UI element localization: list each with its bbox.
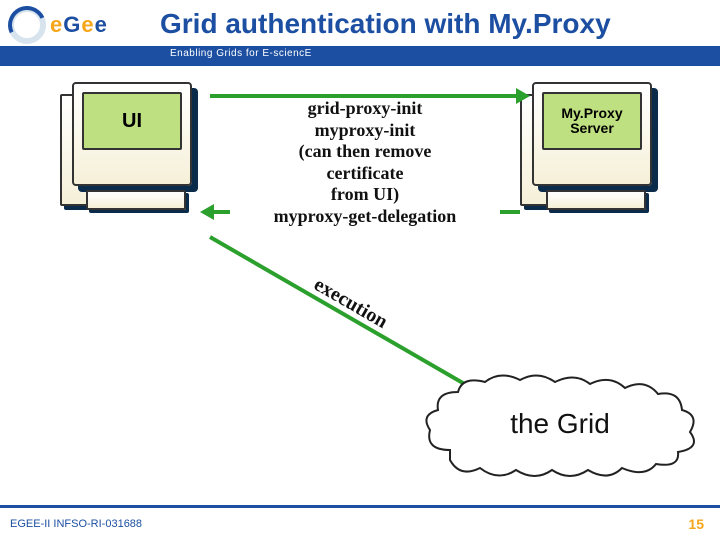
footer-divider: [0, 505, 720, 508]
logo-text: eGee: [50, 12, 108, 38]
logo: eGee: [8, 6, 108, 44]
page-number: 15: [688, 516, 704, 532]
server-computer: My.Proxy Server: [520, 82, 660, 217]
cmd-line: from UI): [331, 184, 399, 204]
keyboard-icon: [86, 190, 186, 210]
ui-label: UI: [82, 92, 182, 150]
proxy-commands-text: grid-proxy-init myproxy-init (can then r…: [230, 98, 500, 228]
slide-title: Grid authentication with My.Proxy: [160, 8, 710, 40]
cloud-label: the Grid: [420, 408, 700, 440]
cmd-line: grid-proxy-init: [308, 98, 423, 118]
cmd-line: (can then remove: [299, 141, 432, 161]
subtitle: Enabling Grids for E-sciencE: [170, 48, 312, 59]
footer-id: EGEE-II INFSO-RI-031688: [10, 518, 142, 530]
ui-computer: UI: [60, 82, 200, 217]
logo-mark-icon: [8, 6, 46, 44]
monitor-icon: My.Proxy Server: [532, 82, 652, 186]
subtitle-bar: [0, 46, 720, 66]
cmd-line: certificate: [327, 163, 404, 183]
monitor-icon: UI: [72, 82, 192, 186]
diagram-area: UI My.Proxy Server grid-proxy-init mypro…: [0, 70, 720, 500]
keyboard-icon: [546, 190, 646, 210]
cmd-line: myproxy-init: [315, 120, 416, 140]
server-label: My.Proxy Server: [542, 92, 642, 150]
cmd-line: myproxy-get-delegation: [274, 206, 457, 226]
grid-cloud: the Grid: [420, 370, 700, 480]
